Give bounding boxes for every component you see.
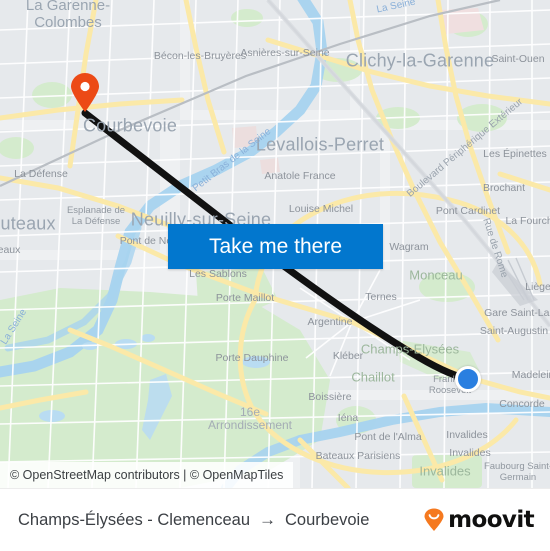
moovit-pin-smile-icon — [424, 508, 444, 531]
take-me-there-button[interactable]: Take me there — [168, 224, 383, 269]
moovit-wordmark: moovit — [448, 507, 534, 533]
map-attribution[interactable]: © OpenStreetMap contributors | © OpenMap… — [0, 462, 294, 488]
map-pin-icon — [71, 73, 99, 112]
moovit-logo[interactable]: moovit — [422, 489, 535, 551]
map-canvas[interactable]: La Garenne- Colombes Bécon-les-Bruyères Asn… — [0, 0, 550, 488]
route-destination-label: Courbevoie — [285, 510, 370, 529]
destination-marker-dot[interactable] — [455, 366, 481, 392]
arrow-right-icon: → — [259, 510, 277, 529]
footer-bar: Champs-Élysées - Clemenceau → Courbevoie… — [0, 488, 550, 551]
moovit-trip-map-screen: La Garenne- Colombes Bécon-les-Bruyères Asn… — [0, 0, 550, 551]
route-origin-label: Champs-Élysées - Clemenceau — [18, 510, 251, 529]
route-summary: Champs-Élysées - Clemenceau → Courbevoie — [18, 489, 369, 551]
